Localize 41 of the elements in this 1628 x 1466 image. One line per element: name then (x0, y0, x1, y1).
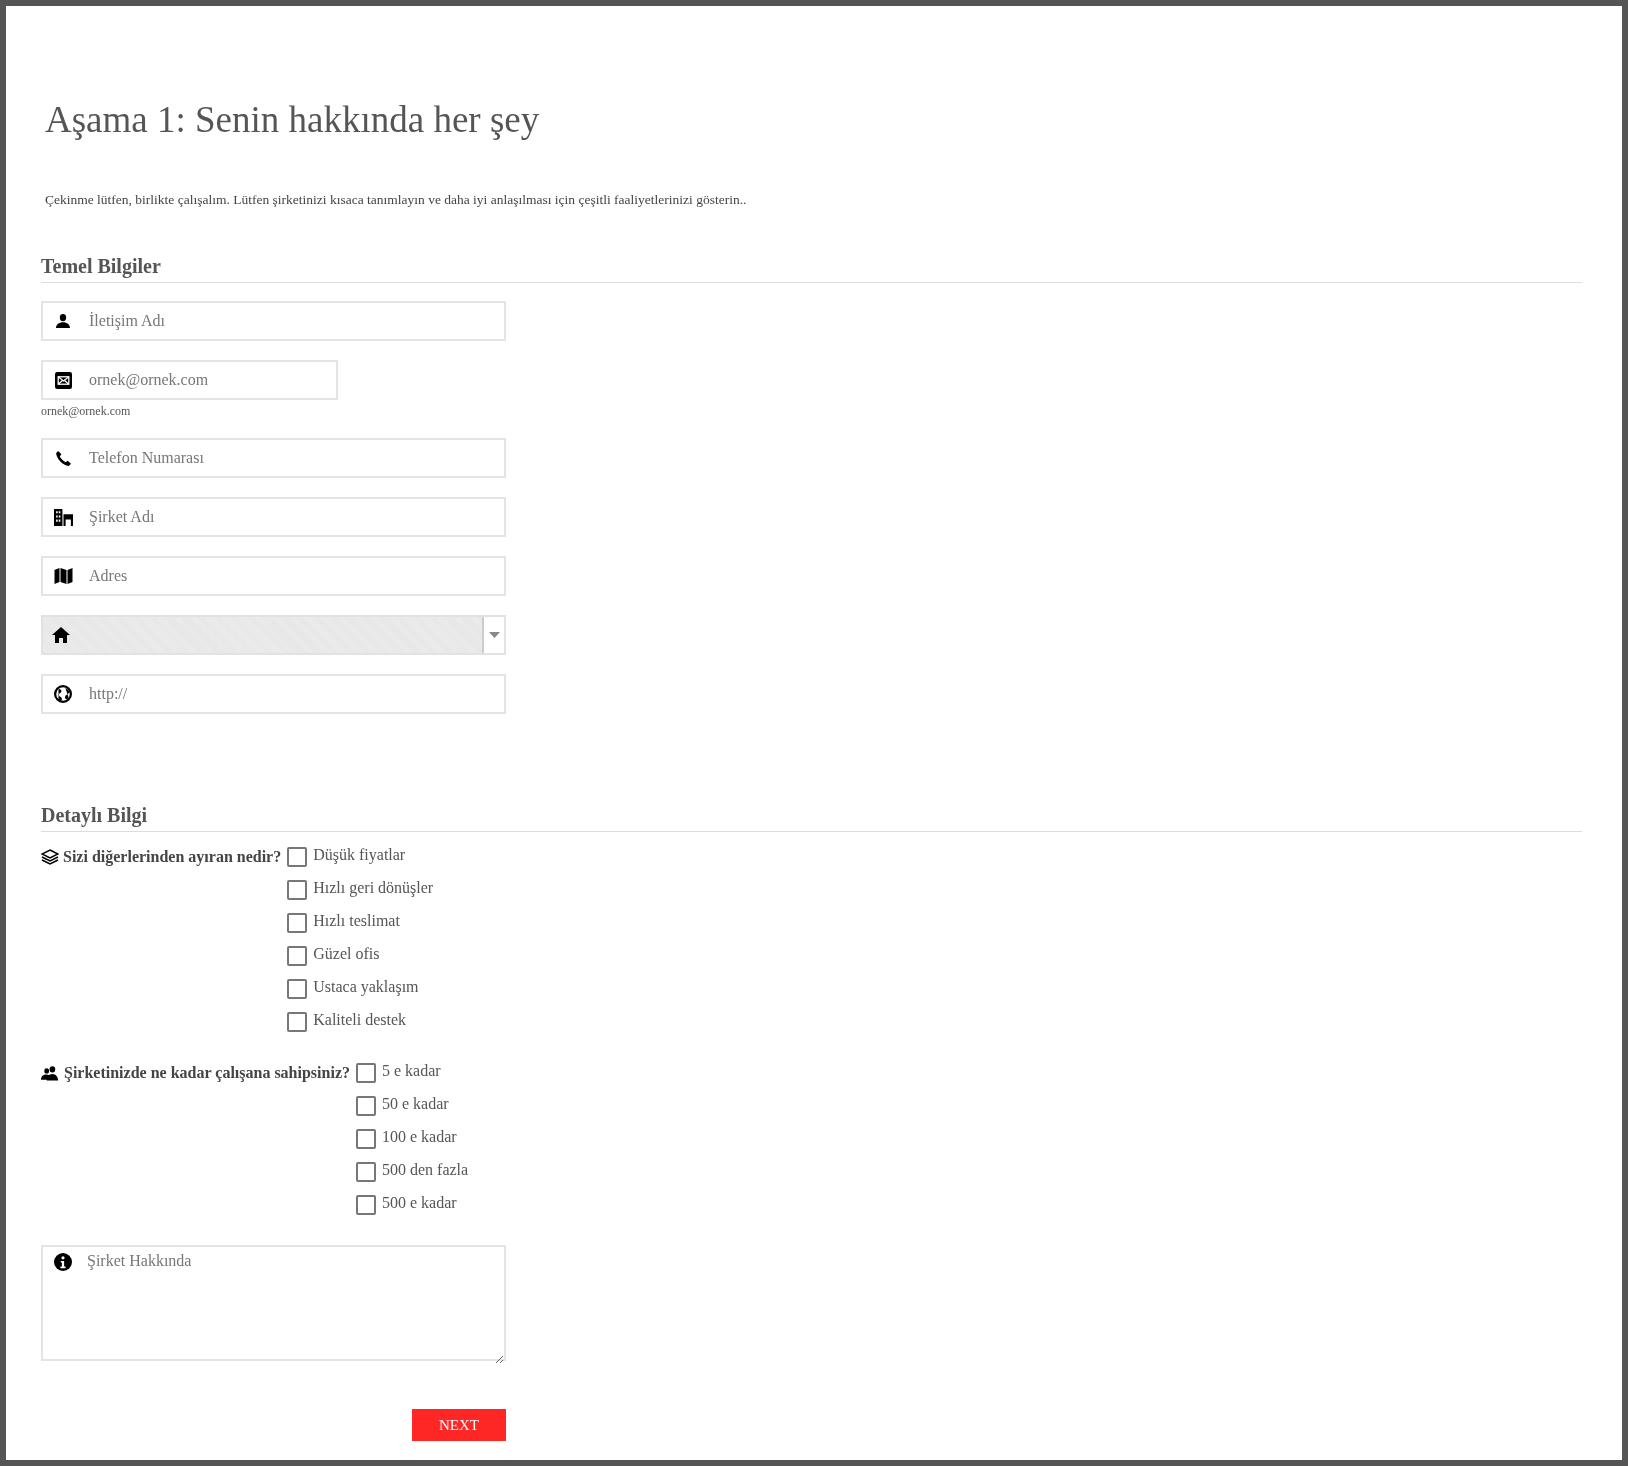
checkbox[interactable] (287, 913, 308, 933)
input-field[interactable]: Telefon Numarası (41, 438, 506, 478)
input-field[interactable]: http:// (41, 674, 506, 714)
input-field[interactable]: Adres (41, 556, 506, 596)
input-field[interactable]: Şirket Adı (41, 497, 506, 537)
page-title: Aşama 1: Senin hakkında her şey (45, 98, 541, 142)
checkbox-label[interactable]: 50 e kadar (382, 1095, 449, 1113)
layers-icon (41, 849, 59, 865)
question-label: Şirketinizde ne kadar çalışana sahipsiniz? (64, 1064, 350, 1082)
checkbox[interactable] (356, 1063, 376, 1083)
checkbox[interactable] (287, 946, 308, 966)
input-field[interactable]: İletişim Adı (41, 301, 506, 341)
dropdown-field[interactable] (41, 615, 506, 655)
checkbox-label[interactable]: Güzel ofis (313, 945, 380, 963)
checkbox-label[interactable]: 100 e kadar (382, 1128, 457, 1146)
checkbox-label[interactable]: Kaliteli destek (313, 1011, 407, 1029)
checkbox-label[interactable]: 500 den fazla (382, 1161, 469, 1179)
field-hint: ornek@ornek.com (41, 404, 132, 419)
question-label: Sizi diğerlerinden ayıran nedir? (63, 848, 282, 866)
checkbox[interactable] (356, 1195, 376, 1215)
checkbox-label[interactable]: Düşük fiyatlar (313, 846, 406, 864)
checkbox[interactable] (287, 847, 308, 867)
checkbox-label[interactable]: Hızlı teslimat (313, 912, 400, 930)
checkbox-label[interactable]: 500 e kadar (382, 1194, 457, 1212)
section-heading: Temel Bilgiler (41, 255, 1582, 283)
textarea-field[interactable]: Şirket Hakkında (41, 1245, 506, 1361)
caret-icon (488, 632, 500, 638)
checkbox-label[interactable]: 5 e kadar (382, 1062, 441, 1080)
people-icon (41, 1065, 60, 1081)
checkbox[interactable] (356, 1096, 376, 1116)
next-button[interactable]: NEXT (412, 1409, 506, 1441)
intro-text: Çekinme lütfen, birlikte çalışalım. Lütfen şirketinizi kısaca tanımlayın ve daha iyi anlaşılması için çeşitli faaliyetlerinizi gösterin.. (45, 192, 748, 208)
checkbox[interactable] (356, 1129, 376, 1149)
checkbox[interactable] (287, 979, 308, 999)
checkbox[interactable] (287, 1012, 308, 1032)
checkbox[interactable] (287, 880, 308, 900)
section-heading: Detaylı Bilgi (41, 804, 1582, 832)
checkbox[interactable] (356, 1162, 376, 1182)
input-field[interactable]: ornek@ornek.com (41, 360, 338, 400)
checkbox-label[interactable]: Hızlı geri dönüşler (313, 879, 434, 897)
checkbox-label[interactable]: Ustaca yaklaşım (313, 978, 419, 996)
